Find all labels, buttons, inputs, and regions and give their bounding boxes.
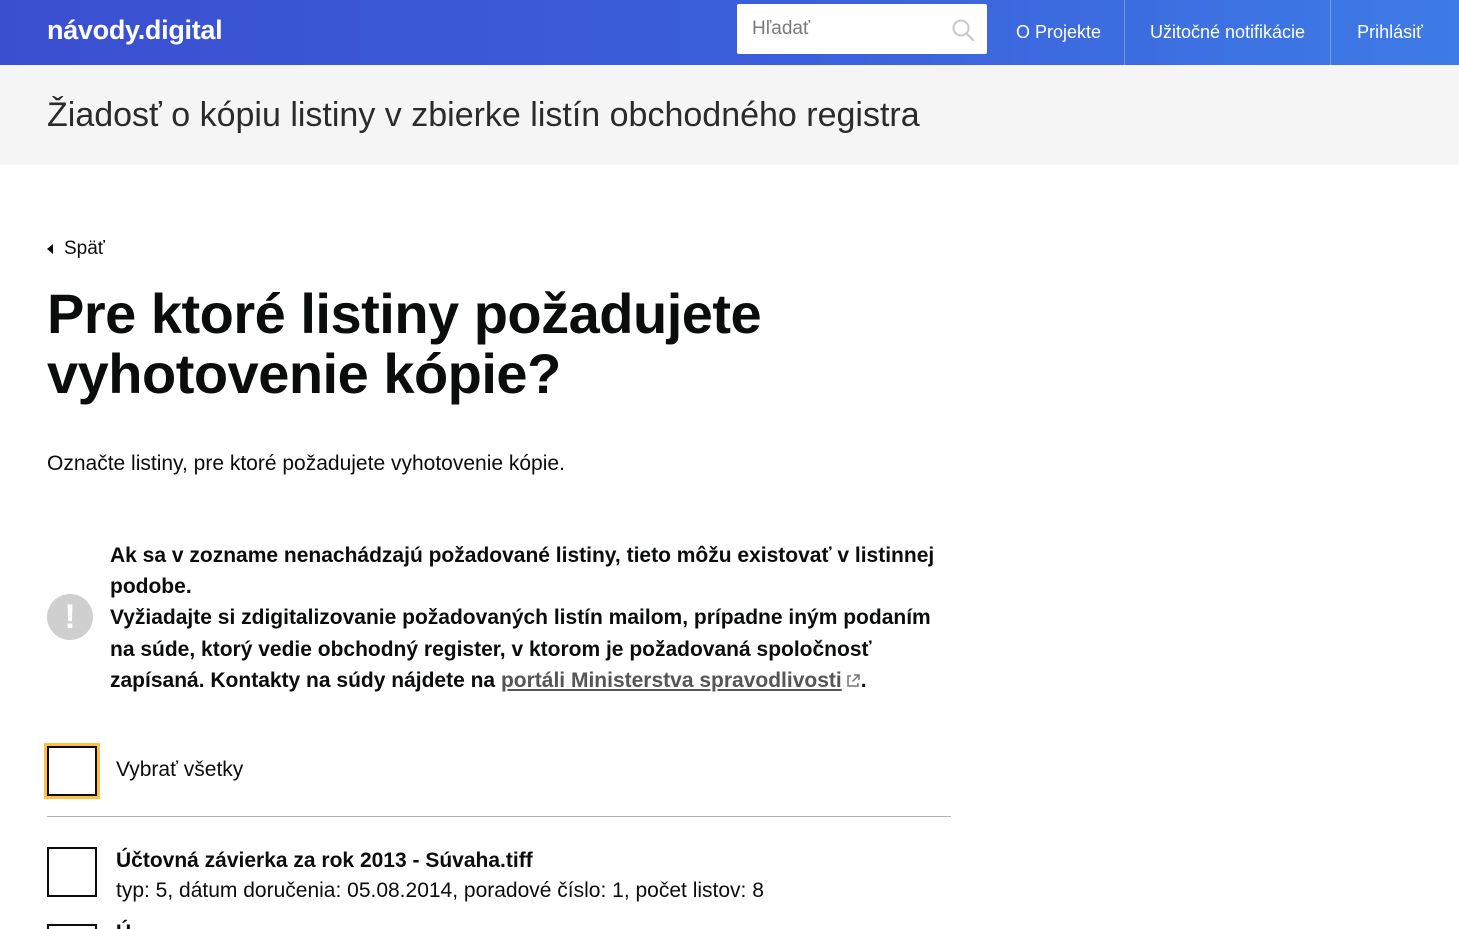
document-checkbox[interactable] [47, 924, 97, 929]
warning-text-line1: Ak sa v zozname nenachádzajú požadované … [110, 544, 935, 599]
search-box [737, 4, 987, 54]
back-link-label: Späť [64, 238, 105, 259]
search-icon[interactable] [951, 18, 975, 42]
document-checkbox[interactable] [47, 847, 97, 897]
site-logo[interactable]: návody.digital [47, 14, 223, 46]
document-title[interactable]: Ú [116, 920, 131, 929]
caret-left-icon [47, 244, 53, 254]
question-hint: Označte listiny, pre ktoré požadujete vy… [47, 452, 565, 475]
ministry-portal-link-label: portáli Ministerstva spravodlivosti [500, 668, 842, 692]
document-title[interactable]: Účtovná závierka za rok 2013 - Súvaha.ti… [116, 848, 533, 874]
warning-text-end: . [860, 668, 867, 692]
nav-about-project[interactable]: O Projekte [993, 0, 1124, 65]
warning-text: Ak sa v zozname nenachádzajú požadované … [110, 540, 955, 696]
ministry-portal-link[interactable]: portáli Ministerstva spravodlivosti [501, 669, 861, 692]
exclamation-icon: ! [47, 594, 93, 640]
back-link[interactable]: Späť [47, 238, 105, 260]
nav-useful-notifications[interactable]: Užitočné notifikácie [1125, 0, 1330, 65]
top-navigation-bar: návody.digital O Projekte Užitočné notif… [0, 0, 1459, 65]
divider [47, 816, 951, 817]
page-question: Pre ktoré listiny požadujete vyhotovenie… [47, 282, 762, 405]
select-all-checkbox[interactable] [47, 746, 97, 796]
select-all-label[interactable]: Vybrať všetky [116, 757, 243, 783]
service-title: Žiadosť o kópiu listiny v zbierke listín… [47, 96, 920, 134]
search-input[interactable] [737, 4, 937, 54]
nav-login[interactable]: Prihlásiť [1331, 0, 1449, 65]
external-link-icon [846, 674, 860, 687]
document-meta: typ: 5, dátum doručenia: 05.08.2014, por… [116, 879, 764, 902]
